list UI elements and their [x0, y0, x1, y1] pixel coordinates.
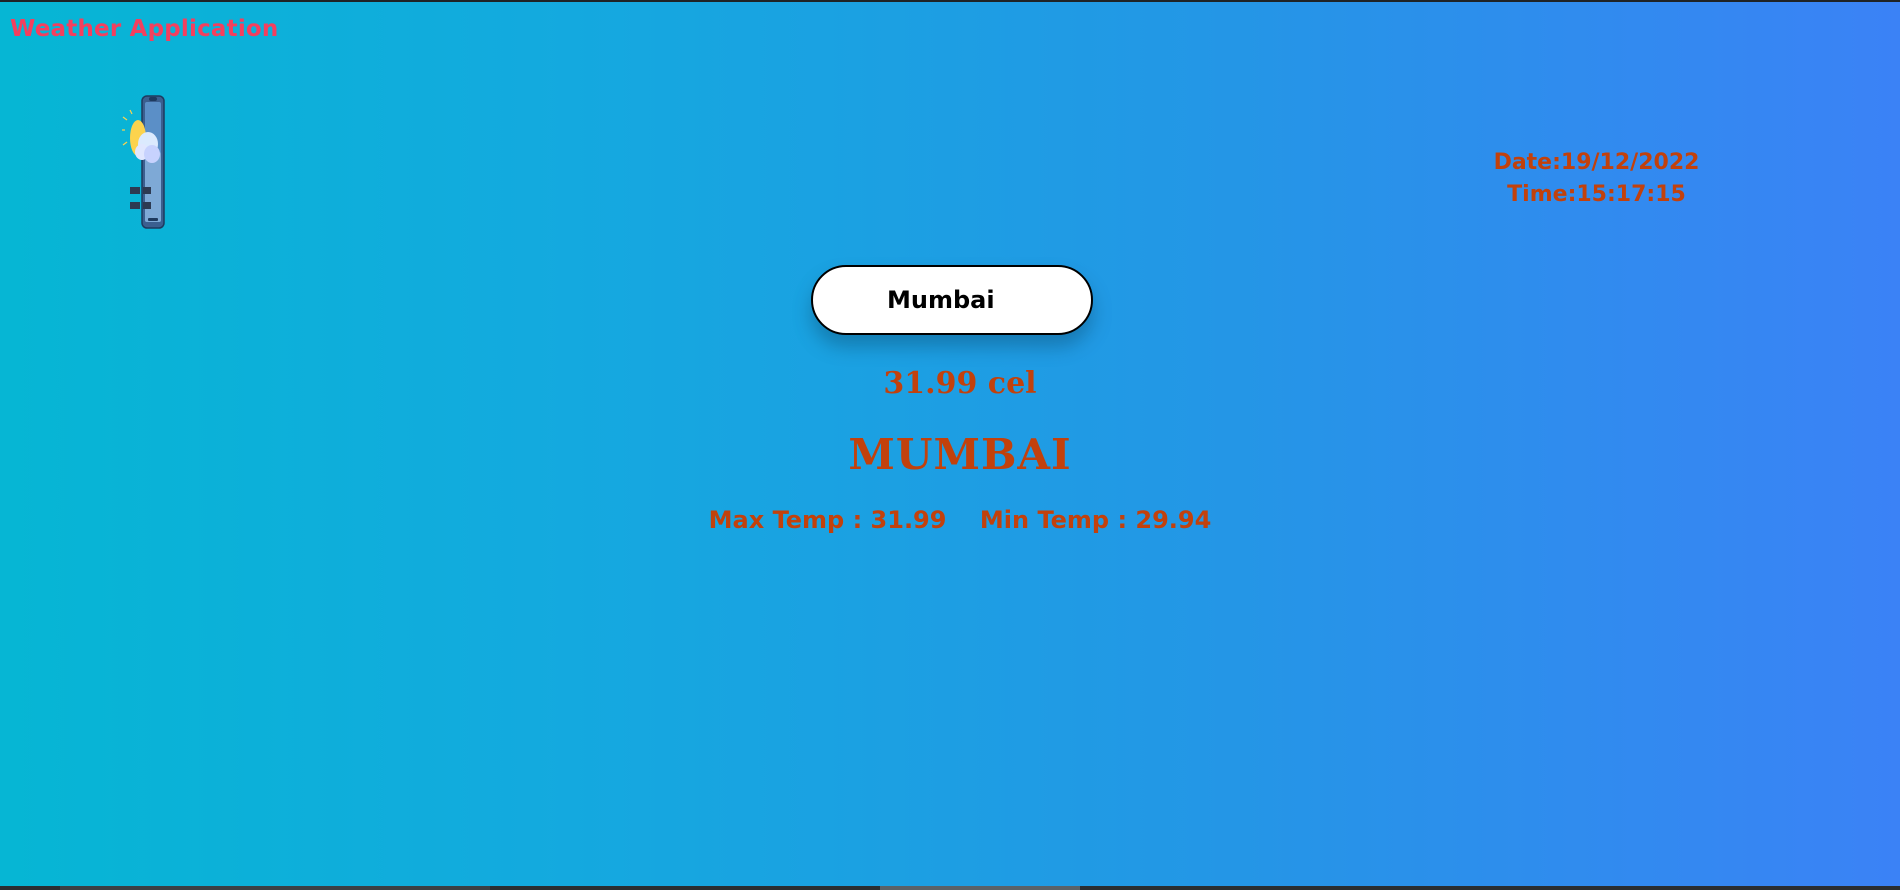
min-temp: Min Temp : 29.94	[979, 506, 1212, 534]
taskbar-segment	[60, 886, 490, 890]
city-search-input[interactable]	[811, 265, 1093, 335]
app-title: Weather Application	[10, 16, 279, 42]
phone-weather-icon	[121, 92, 170, 232]
current-temperature: 31.99 cel	[883, 366, 1037, 401]
datetime-display: Date:19/12/2022 Time:15:17:15	[1440, 147, 1753, 211]
city-search	[811, 265, 1093, 335]
city-name: MUMBAI	[848, 430, 1072, 479]
time-label: Time:15:17:15	[1507, 182, 1686, 207]
max-temp: Max Temp : 31.99	[708, 506, 947, 534]
date-label: Date:19/12/2022	[1493, 150, 1700, 175]
taskbar-strip	[0, 886, 1900, 890]
weather-app: Weather Application Date:19/12/2022 Time…	[0, 2, 1900, 886]
taskbar-segment-active	[880, 886, 1080, 890]
temperature-range: Max Temp : 31.99 Min Temp : 29.94	[0, 506, 1900, 534]
